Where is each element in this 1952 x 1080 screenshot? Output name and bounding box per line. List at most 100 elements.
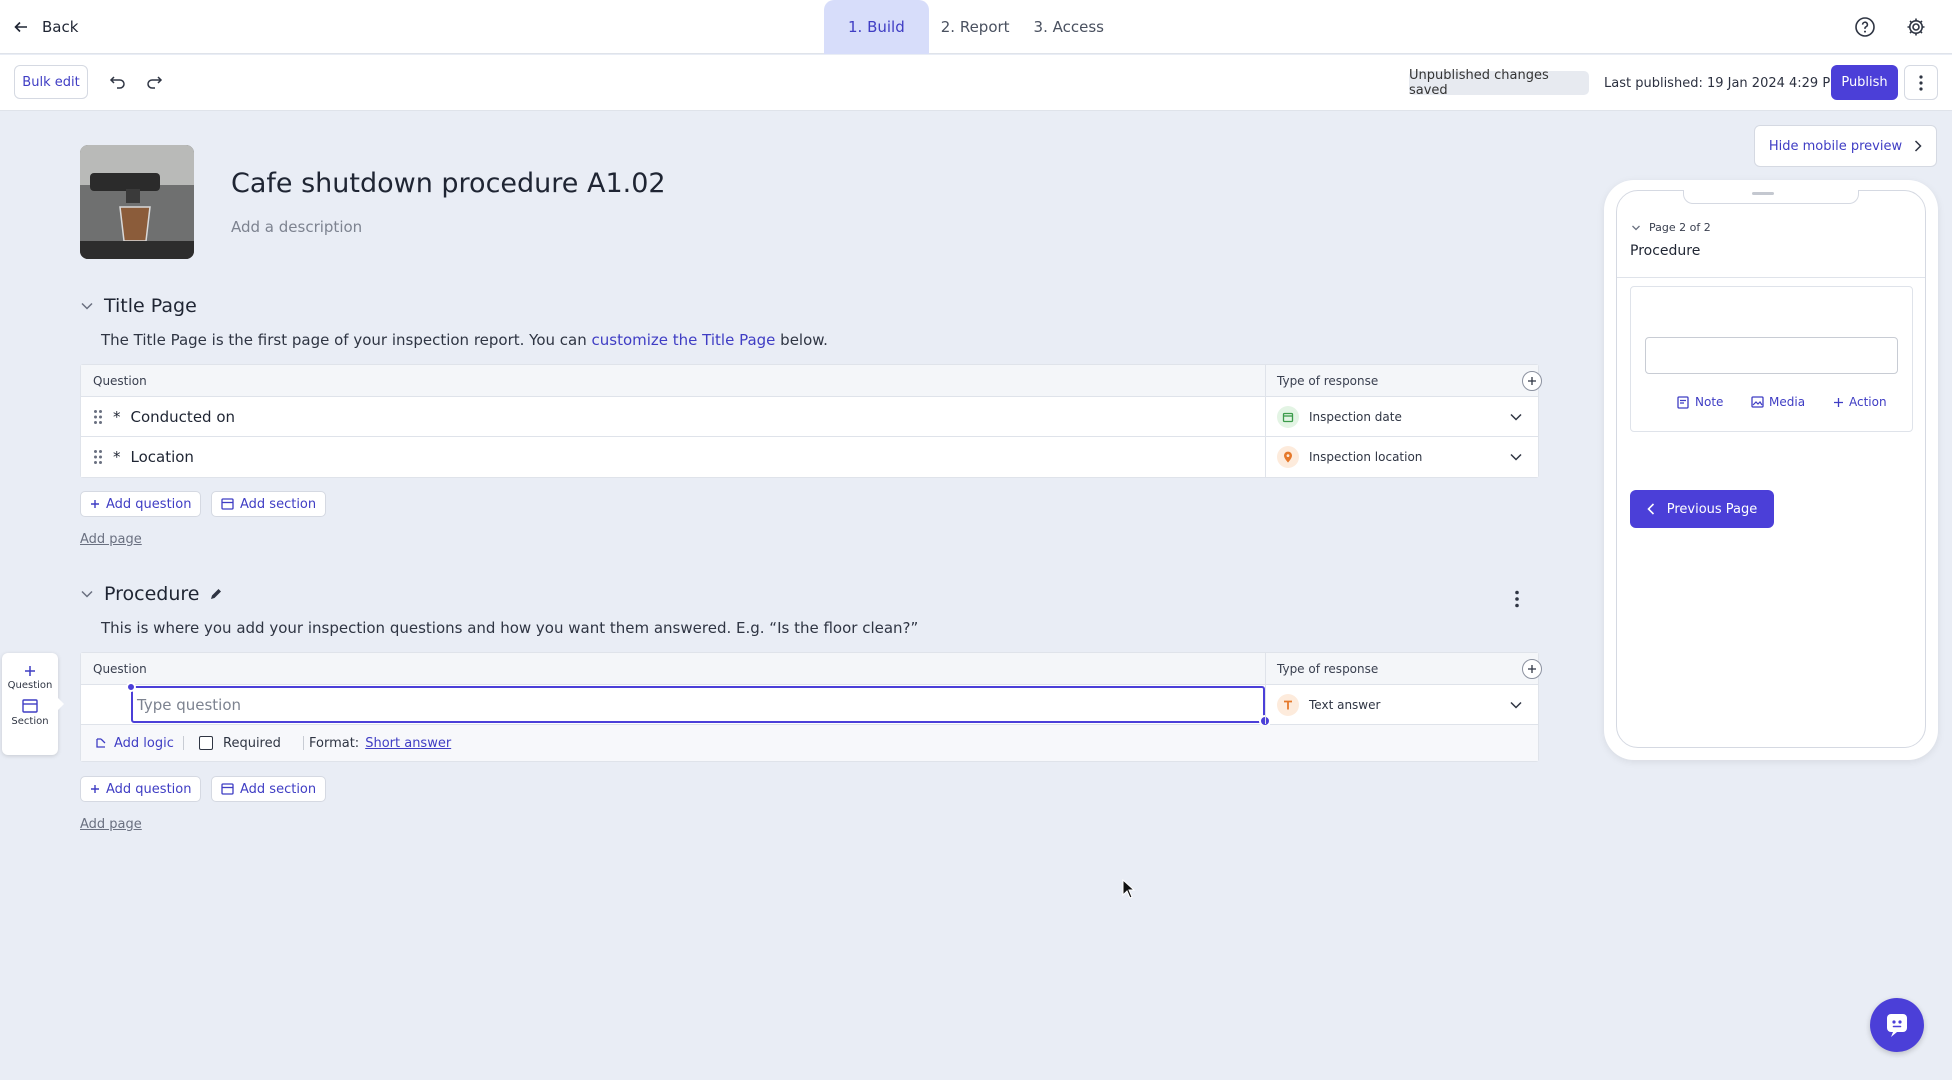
tab-build[interactable]: 1. Build xyxy=(824,0,929,54)
tab-report[interactable]: 2. Report xyxy=(929,0,1022,54)
response-type-select[interactable]: Text answer xyxy=(1277,685,1533,724)
section-icon xyxy=(22,699,38,713)
response-type-select[interactable]: Inspection location xyxy=(1277,437,1533,477)
previous-page-button[interactable]: Previous Page xyxy=(1630,490,1774,528)
preview-question-card: Note Media Action xyxy=(1630,286,1913,432)
text-icon xyxy=(1277,693,1299,716)
plus-icon xyxy=(90,499,100,509)
drag-handle-icon[interactable] xyxy=(93,449,103,465)
add-question-float-button[interactable]: Question xyxy=(2,653,58,691)
required-marker: * xyxy=(113,448,121,466)
format-setting: Format: Short answer xyxy=(309,725,451,761)
last-published-text: Last published: 19 Jan 2024 4:29 PM xyxy=(1604,75,1842,91)
status-badge: Unpublished changes saved xyxy=(1409,68,1589,98)
customize-title-page-link[interactable]: customize the Title Page xyxy=(592,331,776,349)
table-row[interactable]: Type question Text answer xyxy=(81,682,1538,727)
bulk-edit-button[interactable]: Bulk edit xyxy=(14,65,88,99)
drag-handle-icon[interactable] xyxy=(93,409,103,425)
undo-icon[interactable] xyxy=(108,72,128,92)
chat-support-button[interactable] xyxy=(1870,998,1924,1052)
add-question-button[interactable]: Add question xyxy=(80,776,202,802)
add-column-button[interactable] xyxy=(1522,659,1542,679)
add-section-label: Add section xyxy=(240,781,317,797)
add-question-label: Add question xyxy=(106,781,192,797)
chevron-down-icon xyxy=(1631,223,1641,233)
section-icon xyxy=(221,783,234,795)
table-row[interactable]: * Conducted on Inspection date xyxy=(81,397,1538,437)
add-logic-label: Add logic xyxy=(114,735,174,751)
response-type-label: Inspection location xyxy=(1309,450,1423,464)
back-button[interactable]: Back xyxy=(14,14,78,40)
template-title[interactable]: Cafe shutdown procedure A1.02 xyxy=(231,168,666,199)
hide-preview-label: Hide mobile preview xyxy=(1768,138,1903,154)
resize-handle[interactable] xyxy=(126,682,136,692)
chevron-left-icon xyxy=(1647,503,1655,515)
procedure-description: This is where you add your inspection qu… xyxy=(101,619,919,637)
section-icon xyxy=(221,498,234,510)
title-page-description: The Title Page is the first page of your… xyxy=(101,331,828,349)
response-type-select[interactable]: Inspection date xyxy=(1277,397,1533,436)
back-label: Back xyxy=(42,18,79,36)
chevron-down-icon[interactable] xyxy=(80,587,94,601)
plus-icon xyxy=(1833,397,1844,408)
checkbox-box[interactable] xyxy=(199,736,213,750)
add-logic-button[interactable]: Add logic xyxy=(95,725,174,761)
publish-button[interactable]: Publish xyxy=(1831,65,1898,100)
preview-page-indicator[interactable]: Page 2 of 2 xyxy=(1631,221,1711,234)
preview-action-button[interactable]: Action xyxy=(1833,395,1887,409)
template-description-input[interactable]: Add a description xyxy=(231,218,362,236)
preview-media-button[interactable]: Media xyxy=(1751,395,1805,409)
procedure-heading: Procedure xyxy=(104,583,200,605)
preview-answer-input[interactable] xyxy=(1645,337,1898,374)
title-page-table: Question Type of response * Conducted on… xyxy=(80,364,1542,478)
preview-note-button[interactable]: Note xyxy=(1677,395,1723,409)
hide-mobile-preview-button[interactable]: Hide mobile preview xyxy=(1754,125,1937,167)
mouse-cursor-icon xyxy=(1122,879,1136,899)
floating-add-panel: Question Section xyxy=(2,653,58,755)
help-icon[interactable] xyxy=(1852,14,1878,40)
chevron-down-icon xyxy=(1509,450,1523,464)
required-checkbox[interactable]: Required xyxy=(199,725,281,761)
note-label: Note xyxy=(1695,395,1724,409)
add-section-float-button[interactable]: Section xyxy=(2,691,58,727)
procedure-header: Procedure xyxy=(80,583,223,605)
float-section-label: Section xyxy=(11,716,49,727)
add-section-button[interactable]: Add section xyxy=(211,776,327,802)
note-icon xyxy=(1677,395,1690,409)
response-type-label: Text answer xyxy=(1309,697,1381,712)
question-input[interactable]: Type question xyxy=(131,686,1265,723)
title-page-desc-text: The Title Page is the first page of your… xyxy=(101,331,592,349)
title-page-header: Title Page xyxy=(80,295,197,317)
phone-speaker xyxy=(1752,192,1774,195)
kebab-icon xyxy=(1919,74,1923,91)
mobile-preview-screen: Page 2 of 2 Procedure Note Media Action … xyxy=(1616,190,1926,748)
procedure-table: Question Type of response Type question … xyxy=(80,652,1542,762)
add-column-button[interactable] xyxy=(1522,371,1542,391)
add-section-button[interactable]: Add section xyxy=(211,491,327,517)
arrow-left-icon xyxy=(14,20,28,34)
section-more-icon[interactable] xyxy=(1515,590,1519,608)
location-pin-icon xyxy=(1277,446,1299,468)
pencil-icon[interactable] xyxy=(209,587,223,601)
add-page-link[interactable]: Add page xyxy=(80,532,142,547)
chevron-right-icon xyxy=(1914,140,1922,152)
tab-access[interactable]: 3. Access xyxy=(1022,0,1116,54)
chevron-down-icon[interactable] xyxy=(80,299,94,313)
add-question-button[interactable]: Add question xyxy=(80,491,202,517)
media-label: Media xyxy=(1769,395,1806,409)
response-type-label: Inspection date xyxy=(1309,409,1402,424)
template-thumbnail[interactable] xyxy=(80,145,194,259)
builder-tabs: 1. Build 2. Report 3. Access xyxy=(824,0,1116,54)
format-value-link[interactable]: Short answer xyxy=(365,736,451,751)
add-page-link[interactable]: Add page xyxy=(80,817,142,832)
table-row[interactable]: * Location Inspection location xyxy=(81,437,1538,477)
redo-icon[interactable] xyxy=(144,72,164,92)
question-options-row: Add logic Required Format: Short answer xyxy=(81,725,1538,761)
question-text[interactable]: Conducted on xyxy=(131,408,236,426)
gear-icon[interactable] xyxy=(1903,14,1929,40)
chevron-down-icon xyxy=(1509,410,1523,424)
float-question-label: Question xyxy=(7,680,53,691)
more-options-button[interactable] xyxy=(1904,65,1938,100)
question-text[interactable]: Location xyxy=(131,448,194,466)
logic-icon xyxy=(95,737,107,749)
